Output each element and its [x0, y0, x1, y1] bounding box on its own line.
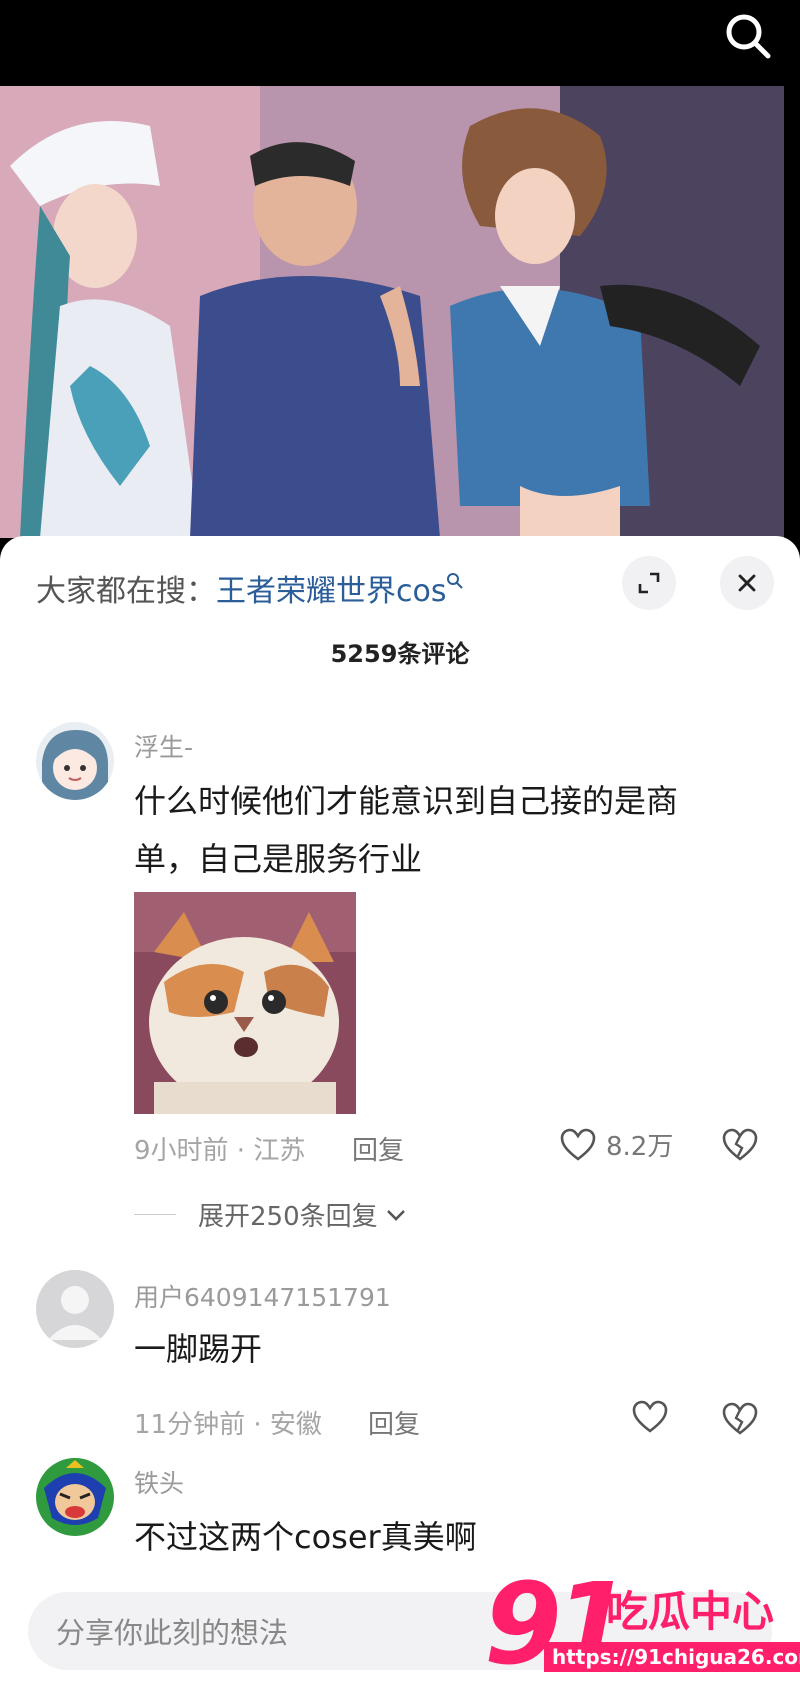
expand-icon [638, 572, 660, 594]
comment-image-cat[interactable] [134, 892, 356, 1114]
dislike-button[interactable] [722, 1128, 758, 1166]
comment-count: 5259条评论 [330, 640, 470, 668]
watermark-url: https://91chigua26.com/ [544, 1642, 800, 1672]
heart-icon [560, 1128, 596, 1161]
default-user-avatar-icon [36, 1270, 114, 1348]
reply-button[interactable]: 回复 [352, 1130, 404, 1167]
comment-input-placeholder: 分享你此刻的想法 [56, 1616, 289, 1650]
close-panel-button[interactable] [720, 556, 774, 610]
avatar[interactable] [36, 1270, 114, 1348]
small-search-icon [447, 573, 464, 589]
expand-replies-label: 展开250条回复 [198, 1202, 378, 1232]
expand-replies-button[interactable]: 展开250条回复 [134, 1196, 408, 1233]
avatar[interactable] [36, 1458, 114, 1536]
avatar[interactable] [36, 722, 114, 800]
video-player[interactable] [0, 86, 784, 538]
top-bar [0, 0, 800, 86]
chevron-down-icon [386, 1209, 405, 1221]
comment-time-location: 11分钟前 · 安徽 [134, 1410, 322, 1440]
broken-heart-icon [722, 1128, 758, 1161]
comment-text: 不过这两个coser真美啊 [134, 1518, 477, 1556]
comment-text: 一脚踢开 [134, 1330, 263, 1368]
cat-sticker-image [134, 892, 356, 1114]
divider-line [134, 1214, 176, 1215]
comment-time-location: 9小时前 · 江苏 [134, 1136, 306, 1166]
search-icon [726, 14, 771, 59]
like-button[interactable] [632, 1400, 668, 1434]
watermark-name: 吃瓜中心 [606, 1587, 775, 1636]
like-button[interactable]: 8.2万 [560, 1126, 673, 1163]
close-icon [738, 574, 756, 592]
expand-panel-button[interactable] [622, 556, 676, 610]
hot-search-bar[interactable]: 大家都在搜：王者荣耀世界cos [36, 566, 464, 610]
like-count: 8.2万 [606, 1132, 674, 1162]
comment-text: 什么时候他们才能意识到自己接的是商单，自己是服务行业 [134, 782, 679, 878]
search-button[interactable] [722, 10, 774, 62]
comment-panel: 大家都在搜：王者荣耀世界cos 5259条评论 浮生- 什么时候他们才能意识到自… [0, 536, 800, 1698]
video-frame [0, 86, 784, 538]
heart-icon [632, 1400, 668, 1433]
anime-avatar-icon [36, 722, 114, 800]
hot-search-keyword[interactable]: 王者荣耀世界cos [216, 574, 446, 609]
comment-username[interactable]: 浮生- [134, 728, 193, 764]
reply-button[interactable]: 回复 [368, 1404, 420, 1441]
comment-username[interactable]: 用户6409147151791 [134, 1278, 391, 1314]
broken-heart-icon [722, 1402, 758, 1435]
cartoon-avatar-icon [36, 1458, 114, 1536]
dislike-button[interactable] [722, 1402, 758, 1440]
hot-search-prefix: 大家都在搜： [36, 574, 216, 609]
site-watermark: 91 吃瓜中心 https://91chigua26.com/ [484, 1560, 800, 1690]
comment-username[interactable]: 铁头 [134, 1464, 184, 1500]
